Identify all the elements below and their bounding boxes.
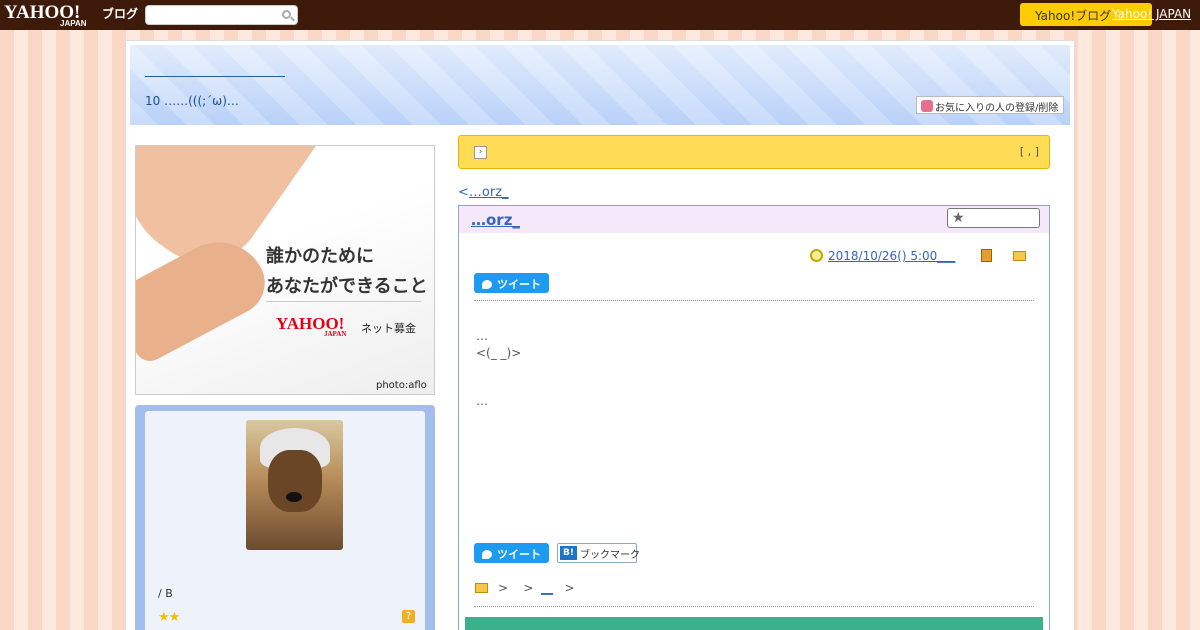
profile-inner (145, 411, 425, 630)
tweet-button[interactable]: ツイート (474, 273, 549, 293)
article-body: … <(_ _)> (476, 328, 521, 362)
notice-brackets: [ , ] (1019, 145, 1039, 158)
banner-text-line2: あなたができること (266, 276, 428, 297)
yahoo-japan-logo: YAHOO! JAPAN (276, 314, 346, 338)
category-breadcrumb: > > __ > (475, 581, 575, 595)
folder-icon[interactable] (1013, 251, 1026, 261)
article-header: …orz_ ★ (459, 206, 1049, 233)
folder-icon (475, 583, 488, 593)
favorite-register-label: お気に入りの人の登録/削除 (935, 103, 1059, 114)
star-icon: ★ (952, 210, 965, 226)
avatar-nose (286, 492, 302, 502)
favorite-register-button[interactable]: お気に入りの人の登録/削除 (916, 96, 1064, 114)
tweet-button[interactable]: ツイート (474, 543, 549, 563)
twitter-icon (482, 550, 492, 559)
search-input[interactable] (150, 6, 280, 24)
body-line: … (476, 329, 488, 343)
divider (474, 300, 1034, 301)
body-line: … (476, 394, 488, 408)
crumb-sep: > (498, 581, 509, 595)
crumb-sep: > (564, 581, 575, 595)
category-link[interactable]: __ (541, 581, 553, 595)
search-box (145, 5, 298, 25)
top-bar: YAHOO! JAPAN ブログ Yahoo!ブログ Yahoo! JAPAN (0, 0, 1200, 30)
hatena-label: ブックマーク (580, 550, 640, 561)
avatar[interactable] (246, 420, 343, 550)
yahoo-blog-logo[interactable]: YAHOO! JAPAN ブログ (4, 2, 138, 28)
prev-article-link[interactable]: …orz_ (469, 185, 509, 200)
prev-prefix: < (458, 185, 469, 200)
logo-blog: ブログ (102, 7, 139, 21)
hand-image (136, 225, 276, 367)
banner-text-line1: 誰かのために (266, 246, 374, 267)
notice-bar: › [ , ] (458, 135, 1050, 169)
tweet-label: ツイート (497, 548, 541, 561)
blog-subtitle: 10 ……(((;´ω)… (145, 94, 239, 108)
search-icon[interactable] (282, 10, 291, 19)
logo-japan: JAPAN (60, 19, 87, 28)
yahoo-japan-link[interactable]: Yahoo! JAPAN (1112, 7, 1191, 21)
star-button[interactable]: ★ (947, 208, 1040, 228)
divider (474, 606, 1034, 607)
banner-divider (266, 301, 421, 302)
article-title[interactable]: …orz_ (471, 211, 520, 229)
hatena-bookmark-button[interactable]: B! ブックマーク (557, 543, 640, 563)
clock-icon (810, 249, 823, 262)
star-rating: ★★ (158, 610, 180, 625)
photo-credit: photo:aflo (376, 380, 427, 391)
article-date[interactable]: 2018/10/26() 5:00___ (828, 249, 955, 263)
prev-article-nav: <…orz_ (458, 185, 509, 200)
profile-panel: / B ★★ ? (135, 405, 435, 630)
heart-icon (921, 100, 933, 112)
avatar-face (268, 450, 322, 512)
article: …orz_ ★ 2018/10/26() 5:00___ ツイート … <(_ … (458, 205, 1050, 630)
blog-title-underline[interactable] (145, 76, 285, 77)
banner-service: ネット募金 (361, 322, 416, 335)
twitter-icon (482, 280, 492, 289)
banner-brand-sub: JAPAN (324, 330, 347, 338)
hatena-icon: B! (560, 546, 577, 560)
tweet-label: ツイート (497, 278, 541, 291)
profile-label: / B (158, 587, 173, 600)
green-bar (465, 617, 1043, 630)
donation-banner[interactable]: 誰かのために あなたができること YAHOO! JAPAN ネット募金 phot… (135, 145, 435, 395)
help-icon[interactable]: ? (402, 610, 415, 623)
body-line: <(_ _)> (476, 346, 522, 360)
crumb-sep: > (523, 581, 534, 595)
book-icon[interactable] (981, 249, 992, 262)
arrow-right-icon[interactable]: › (474, 146, 487, 159)
